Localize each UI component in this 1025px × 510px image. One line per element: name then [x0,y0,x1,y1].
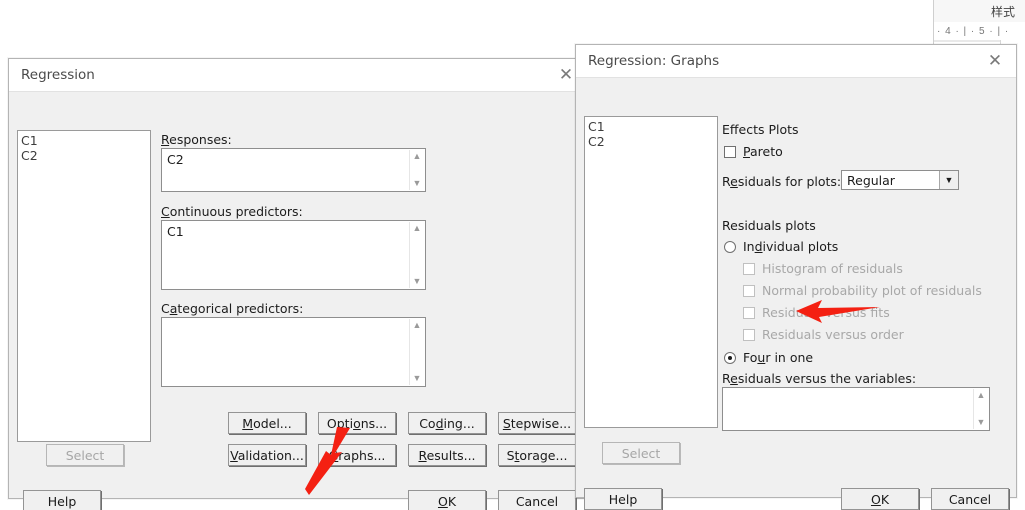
pareto-checkbox[interactable]: Pareto [724,144,783,159]
individual-plots-radio-box[interactable] [724,240,736,253]
graphs-cancel-button-label: Cancel [948,491,992,507]
options-button-label: ns... [360,415,388,431]
variables-listbox[interactable]: C1 C2 [17,130,151,442]
categorical-predictors-label-text: tegorical predictors: [177,301,304,316]
continuous-predictors-label: Continuous predictors: [161,204,303,219]
coding-button-label: ing... [443,415,475,431]
graphs-ok-button-label: K [880,491,890,507]
graphs-cancel-button[interactable]: Cancel [931,488,1009,510]
help-button-label: Help [47,493,77,509]
model-button[interactable]: Model... [228,412,306,434]
residuals-versus-variables-input[interactable]: ▲ ▼ [722,387,990,431]
residuals-versus-variables-value [723,388,989,391]
effects-plots-group-label: Effects Plots [722,122,799,137]
categorical-predictors-value [162,318,425,321]
residuals-plots-group-label: Residuals plots [722,218,816,233]
graphs-button-label: raphs... [338,447,386,463]
four-in-one-radio[interactable]: Four in one [724,350,813,365]
regression-dialog-title: Regression [21,67,95,83]
residuals-versus-variables-scrollbar[interactable]: ▲ ▼ [973,389,988,429]
ok-button[interactable]: OK [408,490,486,510]
continuous-predictors-scrollbar[interactable]: ▲ ▼ [409,222,424,288]
categorical-predictors-scrollbar[interactable]: ▲ ▼ [409,319,424,385]
residuals-for-plots-value: Regular [847,172,895,188]
residuals-versus-order-checkbox-box [743,328,755,341]
normal-probability-plot-label: Normal probability plot of residuals [762,283,982,298]
four-in-one-radio-box[interactable] [724,351,736,364]
help-button[interactable]: Help [23,490,101,510]
stepwise-button-label: tepwise... [510,415,572,431]
responses-label-text: esponses: [169,132,232,147]
graphs-select-button: Select [602,442,680,464]
categorical-predictors-input[interactable]: ▲ ▼ [161,317,426,387]
residuals-for-plots-select[interactable]: Regular ▼ [841,170,959,190]
validation-button-label: alidation... [237,447,304,463]
cancel-button[interactable]: Cancel [498,490,576,510]
stepwise-button[interactable]: Stepwise... [498,412,576,434]
responses-input[interactable]: C2 ▲ ▼ [161,148,426,192]
graphs-help-button[interactable]: Help [584,488,662,510]
residuals-for-plots-label-text: siduals for plots: [737,174,842,189]
residuals-versus-fits-checkbox-box [743,306,755,319]
select-button: Select [46,444,124,466]
cancel-button-label: Cancel [515,493,559,509]
graphs-variables-listbox[interactable]: C1 C2 [584,116,718,428]
residuals-versus-order-label: Residuals versus order [762,327,904,342]
validation-button[interactable]: Validation... [228,444,306,466]
normal-probability-plot-checkbox: Normal probability plot of residuals [743,283,982,298]
graphs-help-button-label: Help [608,491,638,507]
list-item[interactable]: C1 [21,133,150,148]
storage-button-label: orage... [519,447,568,463]
responses-scrollbar[interactable]: ▲ ▼ [409,150,424,190]
graphs-dialog-titlebar: Regression: Graphs ✕ [576,45,1016,78]
ok-button-label: K [447,493,457,509]
results-button-label: esults... [426,447,476,463]
document-ruler: · 4 · | · 5 · | · [933,22,1025,41]
model-button-label: odel... [253,415,292,431]
chevron-down-icon[interactable]: ▼ [939,171,958,189]
pareto-checkbox-box[interactable] [724,145,736,158]
residuals-for-plots-label: Residuals for plots: [722,174,842,189]
categorical-predictors-label: Categorical predictors: [161,301,304,316]
regression-dialog: Regression ✕ C1 C2 Responses: C2 ▲ ▼ Cont… [8,58,588,510]
close-icon[interactable]: ✕ [974,45,1016,76]
regression-dialog-body: C1 C2 Responses: C2 ▲ ▼ Continuous predic… [9,92,587,510]
residuals-versus-order-checkbox: Residuals versus order [743,327,904,342]
individual-plots-radio[interactable]: Individual plots [724,239,838,254]
coding-button[interactable]: Coding... [408,412,486,434]
residuals-versus-variables-label-text: siduals versus the variables: [737,371,917,386]
list-item[interactable]: C2 [588,134,717,149]
graphs-ok-button[interactable]: OK [841,488,919,510]
storage-button[interactable]: Storage... [498,444,576,466]
responses-label: Responses: [161,132,232,147]
responses-value: C2 [167,152,184,167]
list-item[interactable]: C1 [588,119,717,134]
options-button[interactable]: Options... [318,412,396,434]
graphs-dialog-title: Regression: Graphs [588,53,720,69]
normal-probability-plot-checkbox-box [743,284,755,297]
results-button[interactable]: Results... [408,444,486,466]
pareto-checkbox-label: Pareto [743,144,783,159]
residuals-versus-fits-label: Residuals versus fits [762,305,890,320]
residuals-versus-fits-checkbox: Residuals versus fits [743,305,890,320]
list-item[interactable]: C2 [21,148,150,163]
histogram-of-residuals-label: Histogram of residuals [762,261,903,276]
histogram-of-residuals-checkbox: Histogram of residuals [743,261,903,276]
ribbon-strip: 样式 [933,0,1025,23]
ribbon-styles-label: 样式 [990,5,1015,19]
four-in-one-radio-label: Four in one [743,350,814,365]
continuous-predictors-input[interactable]: C1 ▲ ▼ [161,220,426,290]
select-button-label: Select [65,447,105,463]
screen-root: 样式 · 4 · | · 5 · | · 1 gn a ar n t al pe… [0,0,1025,510]
regression-graphs-dialog: Regression: Graphs ✕ C1 C2 Effects Plots… [575,44,1017,510]
graphs-button[interactable]: Graphs... [318,444,396,466]
regression-dialog-titlebar: Regression ✕ [9,59,587,92]
histogram-of-residuals-checkbox-box [743,262,755,275]
graphs-dialog-body: C1 C2 Effects Plots Pareto Residuals for… [576,78,1016,510]
graphs-select-button-label: Select [621,445,661,461]
continuous-predictors-value: C1 [167,224,184,239]
individual-plots-radio-label: Individual plots [743,239,839,254]
residuals-versus-variables-label: Residuals versus the variables: [722,371,917,386]
continuous-predictors-label-text: ontinuous predictors: [169,204,303,219]
